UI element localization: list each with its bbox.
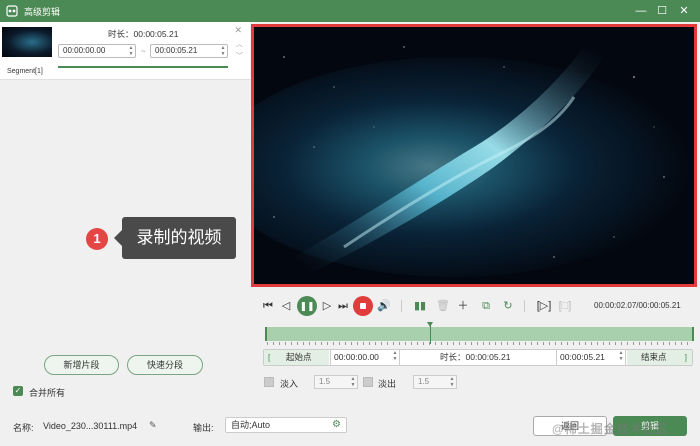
fade-in-field[interactable]: 1.5 ▲ ▼ — [314, 375, 358, 389]
fade-out-label: 淡出 — [378, 379, 397, 389]
edit-name-icon[interactable]: ✎ — [149, 420, 157, 431]
step-back-icon[interactable]: ◁ — [280, 299, 292, 313]
output-select[interactable]: 自动;Auto ⚙ — [225, 417, 347, 433]
output-label: 输出: — [193, 423, 214, 433]
skip-start-icon[interactable]: ⏮ — [262, 299, 274, 313]
app-logo-icon — [6, 5, 18, 17]
stepper-icon[interactable]: ▲ ▼ — [392, 350, 398, 362]
crop-icon[interactable]: [□] — [558, 299, 572, 313]
segment-end-field[interactable]: 00:00:05.21 ▲ ▼ — [150, 44, 228, 58]
window-title: 高级剪辑 — [24, 7, 61, 17]
stepper-icon[interactable]: ▲ ▼ — [618, 350, 624, 362]
delete-segment-icon[interactable]: ✕ — [234, 25, 242, 36]
watermark-text: @稀土掘金技术社区 — [552, 422, 669, 436]
divider — [524, 300, 525, 312]
gear-icon[interactable]: ⚙ — [332, 418, 341, 432]
timeline-track[interactable] — [265, 327, 694, 341]
segment-label: Segment[1] — [7, 68, 43, 75]
segment-progress-bar — [58, 66, 228, 68]
fade-in-checkbox[interactable] — [264, 377, 274, 387]
divider — [401, 300, 402, 312]
trim-range-icon[interactable]: [▷] — [536, 299, 552, 313]
minimize-icon[interactable]: — — [633, 3, 649, 19]
video-preview[interactable] — [251, 24, 697, 287]
range-start-field[interactable]: 00:00:00.00 ▲ ▼ — [330, 350, 400, 365]
delete-icon[interactable]: 🗑 — [436, 299, 450, 313]
fade-in-label: 淡入 — [280, 379, 299, 389]
segment-duration: 时长：00:00:05.21 — [108, 29, 179, 39]
new-segment-button[interactable]: 新增片段 — [44, 355, 119, 375]
add-icon[interactable]: ＋ — [457, 299, 469, 313]
range-duration: 时长：00:00:05.21 — [440, 352, 511, 362]
segment-panel: Segment[1] 时长：00:00:05.21 00:00:00.00 ▲ ▼… — [0, 22, 250, 410]
set-start-button[interactable]: [起始点 — [264, 350, 329, 365]
name-label: 名称: — [13, 423, 34, 433]
bottom-bar: 名称: Video_230...30111.mp4 ✎ 输出: 自动;Auto … — [0, 410, 700, 446]
segment-thumbnail — [2, 27, 52, 57]
segment-start-field[interactable]: 00:00:00.00 ▲ ▼ — [58, 44, 136, 58]
title-bar: 高级剪辑 — ☐ ✕ — [0, 0, 700, 22]
quick-split-button[interactable]: 快速分段 — [127, 355, 203, 375]
close-icon[interactable]: ✕ — [676, 3, 692, 19]
playback-time: 00:00:02.07/00:00:05.21 — [594, 301, 681, 310]
stepper-icon[interactable]: ▲ ▼ — [220, 45, 226, 57]
skip-end-icon[interactable]: ⏭ — [336, 299, 350, 313]
set-end-button[interactable]: 结束点] — [627, 350, 692, 365]
player-controls: ⏮ ◁ ❚❚ ▷ ⏭ 🔊 ▮▮ 🗑 ＋ ⧉ ↻ [▷] [□] 00:00:02… — [258, 295, 698, 317]
split-icon[interactable]: ▮▮ — [413, 299, 427, 313]
callout-tooltip: 录制的视频 — [114, 217, 236, 259]
move-up-icon[interactable]: ︿ — [236, 39, 243, 49]
merge-all-checkbox[interactable]: ✓ — [13, 386, 23, 396]
range-bar: [起始点 00:00:00.00 ▲ ▼ 时长：00:00:05.21 00:00… — [263, 349, 693, 366]
segment-card[interactable]: Segment[1] 时长：00:00:05.21 00:00:00.00 ▲ ▼… — [0, 22, 250, 80]
playhead-marker[interactable] — [427, 322, 433, 344]
fade-out-checkbox[interactable] — [363, 377, 373, 387]
copy-icon[interactable]: ⧉ — [480, 299, 492, 313]
timeline-ticks — [267, 342, 692, 345]
stepper-icon[interactable]: ▲ ▼ — [128, 45, 134, 57]
merge-all-label: 合并所有 — [29, 388, 66, 398]
callout-number-badge: 1 — [86, 228, 108, 250]
stepper-icon[interactable]: ▲ ▼ — [449, 376, 455, 388]
fade-out-field[interactable]: 1.5 ▲ ▼ — [413, 375, 457, 389]
move-down-icon[interactable]: ﹀ — [236, 51, 243, 61]
video-frame — [254, 27, 694, 284]
range-separator: ~ — [141, 47, 146, 56]
volume-icon[interactable]: 🔊 — [377, 299, 391, 313]
range-end-field[interactable]: 00:00:05.21 ▲ ▼ — [556, 350, 626, 365]
step-forward-icon[interactable]: ▷ — [321, 299, 333, 313]
reset-icon[interactable]: ↻ — [502, 299, 514, 313]
pause-button[interactable]: ❚❚ — [297, 296, 317, 316]
file-name: Video_230...30111.mp4 — [43, 421, 138, 431]
stop-record-button[interactable] — [353, 296, 373, 316]
stepper-icon[interactable]: ▲ ▼ — [350, 376, 356, 388]
maximize-icon[interactable]: ☐ — [654, 3, 670, 19]
